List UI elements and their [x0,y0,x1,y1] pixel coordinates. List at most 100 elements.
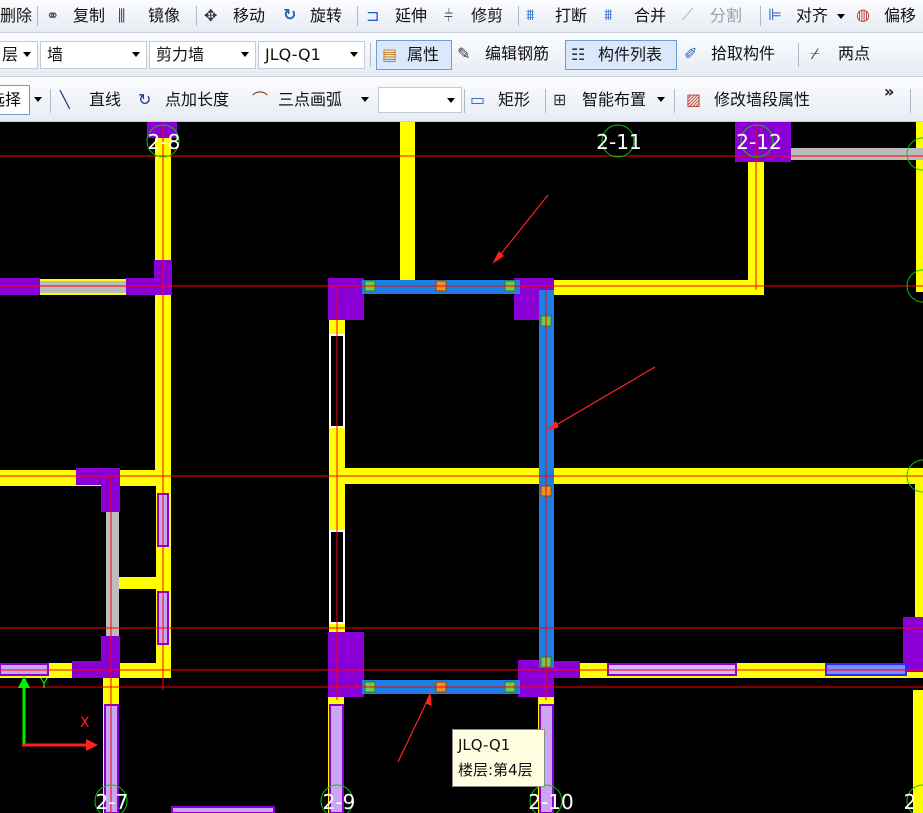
separator [370,43,371,67]
more-tools-button[interactable]: » [884,82,894,102]
separator [798,43,799,67]
type-select[interactable]: 剪力墙 [149,41,256,69]
wall-segment-icon: ▨ [686,90,702,109]
separator [357,6,358,26]
chevron-down-icon[interactable] [657,97,665,102]
chevron-down-icon [241,52,249,57]
chevron-down-icon [23,52,31,57]
column[interactable] [328,278,364,320]
select-label: 选择 [0,90,22,109]
mirror-button[interactable]: 镜像 [148,6,180,26]
component-list-label: 构件列表 [598,45,663,64]
two-points-icon: ⌿ [810,44,820,63]
separator [674,89,675,113]
chevron-down-icon [837,14,845,19]
move-button[interactable]: 移动 [233,6,265,26]
layer-select-value: 层 [2,45,19,64]
two-points-button[interactable]: 两点 [838,44,870,64]
draw-toolbar: 选择 ╲ 直线 ↻ 点加长度 ⌒ 三点画弧 ▭ 矩形 ⊞ 智能布置 ▨ 修改墙段… [0,77,923,122]
select-button[interactable]: 选择 [0,85,30,115]
layer-select[interactable]: 层 [0,41,38,69]
merge-button[interactable]: 合并 [634,6,666,26]
mirror-icon: ⫼ [118,6,126,25]
properties-icon: ▤ [382,45,398,64]
axis-label: 2 [904,790,917,813]
chevron-down-icon[interactable] [34,97,42,102]
pick-component-button[interactable]: 拾取构件 [711,44,775,64]
edit-rebar-button[interactable]: 编辑钢筋 [485,44,549,64]
axis-label: 2-8 [148,130,181,154]
line-icon: ╲ [60,90,70,109]
separator [50,89,51,113]
wall[interactable] [118,577,156,589]
trim-icon: ⫩ [444,6,454,25]
arc-icon: ⌒ [252,90,269,109]
eyedropper-icon: ✐ [684,44,698,63]
separator [545,89,546,113]
component-list-button[interactable]: ☷ 构件列表 [565,40,677,70]
extend-icon: ⊐ [366,6,380,25]
smart-layout-button[interactable]: 智能布置 [582,90,646,110]
chevron-down-icon [447,98,455,103]
list-icon: ☷ [571,45,586,64]
split-button[interactable]: 分割 [710,6,742,26]
rotate-button[interactable]: 旋转 [310,6,342,26]
separator [910,89,911,113]
point-length-button[interactable]: 点加长度 [165,90,229,110]
wall-segment[interactable] [791,148,923,160]
delete-button[interactable]: 删除 [0,6,32,26]
separator [196,6,197,26]
tooltip-floor: 楼层:第4层 [458,761,533,779]
move-icon: ✥ [204,6,218,25]
chevron-down-icon [350,52,358,57]
rotate-icon: ↻ [283,5,297,24]
line-button[interactable]: 直线 [89,90,121,110]
separator [518,6,519,26]
x-axis-label: X [80,715,90,731]
align-button[interactable]: 对齐 [796,6,828,26]
properties-label: 属性 [407,45,440,64]
drawing-canvas[interactable]: 2-8 2-11 2-12 2-7 2-9 2-10 2 Y X [0,122,923,813]
window[interactable] [171,806,275,813]
tooltip-component-name: JLQ-Q1 [458,736,511,754]
break-button[interactable]: 打断 [555,6,587,26]
separator [464,89,465,113]
y-axis-label: Y [39,677,48,692]
split-icon: ⟋ [682,5,694,24]
wall-segment[interactable] [106,512,119,637]
separator [37,6,38,26]
category-select[interactable]: 墙 [40,41,147,69]
edit-rebar-icon: ✎ [457,44,471,63]
component-toolbar: 层 墙 剪力墙 JLQ-Q1 ▤ 属性 ✎ 编辑钢筋 ☷ 构件列表 ✐ 拾取构件… [0,33,923,77]
type-select-value: 剪力墙 [156,45,205,64]
rectangle-icon: ▭ [470,90,486,109]
chevron-down-icon[interactable] [361,97,369,102]
axis-label: 2-7 [96,790,129,813]
chevron-down-icon [132,52,140,57]
axis-label: 2-10 [528,790,573,813]
wall[interactable] [400,122,415,280]
break-icon: ⩩ [526,5,535,24]
copy-icon: ⚭ [46,6,60,25]
wall-segment[interactable] [40,281,130,293]
offset-button[interactable]: 偏移 [884,6,916,26]
extend-button[interactable]: 延伸 [395,6,427,26]
offset-icon: ◍ [856,5,870,24]
three-point-arc-button[interactable]: 三点画弧 [278,90,342,110]
wall[interactable] [916,122,923,292]
canvas-background [0,122,923,813]
axis-label: 2-11 [596,130,641,154]
axis-label: 2-9 [323,790,356,813]
point-length-icon: ↻ [138,90,152,109]
copy-button[interactable]: 复制 [73,6,105,26]
trim-button[interactable]: 修剪 [471,6,503,26]
rectangle-button[interactable]: 矩形 [498,90,530,110]
component-select-value: JLQ-Q1 [265,45,321,64]
component-select[interactable]: JLQ-Q1 [258,41,365,69]
properties-button[interactable]: ▤ 属性 [376,40,452,70]
wall[interactable] [546,280,764,295]
wall[interactable] [915,480,923,630]
arc-mode-select[interactable] [378,87,462,113]
modify-wall-segment-button[interactable]: 修改墙段属性 [714,90,810,110]
edit-toolbar: 删除 ⚭ 复制 ⫼ 镜像 ✥ 移动 ↻ 旋转 ⊐ 延伸 ⫩ 修剪 ⩩ 打断 ⩩ … [0,0,923,33]
